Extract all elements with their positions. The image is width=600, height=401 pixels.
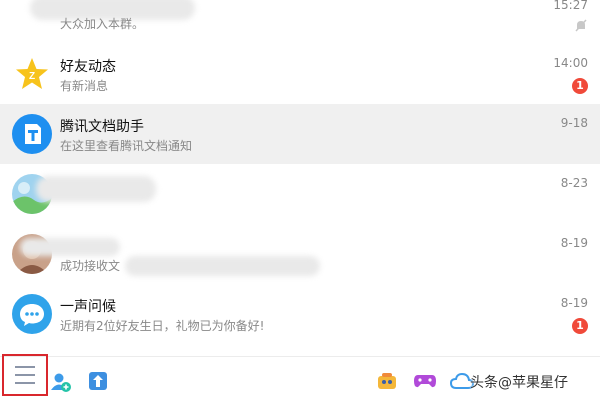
conversation-subtitle: 成功接收文 [60, 259, 121, 273]
conversation-row-greeting[interactable]: 一声问候 近期有2位好友生日，礼物已为你备好! 8-19 1 [0, 284, 600, 344]
conversation-row-hidden[interactable]: 8-23 [0, 164, 600, 224]
conversation-time: 8-19 [560, 236, 588, 250]
conversation-time: 9-18 [560, 116, 588, 130]
unread-badge: 1 [572, 318, 588, 334]
conversation-row-group[interactable]: 大众加入本群。 15:27 [0, 0, 600, 44]
conversation-title: 一声问候 [60, 299, 116, 315]
main-menu-button[interactable] [2, 354, 48, 396]
conversation-title: 好友动态 [60, 59, 116, 75]
conversation-row-hidden[interactable]: 成功接收文 8-19 [0, 224, 600, 284]
hamburger-menu-icon [15, 366, 35, 368]
hamburger-menu-icon-bar [15, 374, 35, 376]
face-icon[interactable] [376, 372, 398, 396]
conversation-title: 腾讯文档助手 [60, 119, 144, 135]
conversation-row-docs-assistant[interactable]: 腾讯文档助手 在这里查看腾讯文档通知 9-18 [0, 104, 600, 164]
star-icon: Z [12, 54, 52, 94]
blurred-message [125, 256, 320, 276]
conversation-row-friend-feed[interactable]: Z 好友动态 有新消息 14:00 1 [0, 44, 600, 104]
blurred-name [20, 238, 120, 256]
unread-badge: 1 [572, 78, 588, 94]
watermark: 头条@苹果星仔 [470, 375, 568, 391]
add-contact-icon[interactable] [50, 371, 72, 397]
hamburger-menu-icon-bar [15, 382, 35, 384]
conversation-subtitle: 有新消息 [60, 79, 109, 93]
gamepad-icon[interactable] [413, 372, 437, 394]
conversation-subtitle: 在这里查看腾讯文档通知 [60, 139, 193, 153]
conversation-subtitle: 大众加入本群。 [60, 17, 145, 31]
conversation-subtitle: 近期有2位好友生日，礼物已为你备好! [60, 319, 265, 333]
conversation-time: 15:27 [553, 0, 588, 12]
muted-bell-icon [574, 18, 588, 37]
conversation-time: 8-19 [560, 296, 588, 310]
conversation-time: 8-23 [560, 176, 588, 190]
svg-text:Z: Z [29, 71, 35, 82]
conversation-list: 大众加入本群。 15:27 Z 好友动态 有新消息 14:00 1 腾讯文档助手… [0, 0, 600, 356]
conversation-time: 14:00 [553, 56, 588, 70]
upload-icon[interactable] [88, 371, 108, 395]
document-icon [12, 114, 52, 154]
chat-bubble-icon [12, 294, 52, 334]
blurred-name [36, 176, 156, 202]
